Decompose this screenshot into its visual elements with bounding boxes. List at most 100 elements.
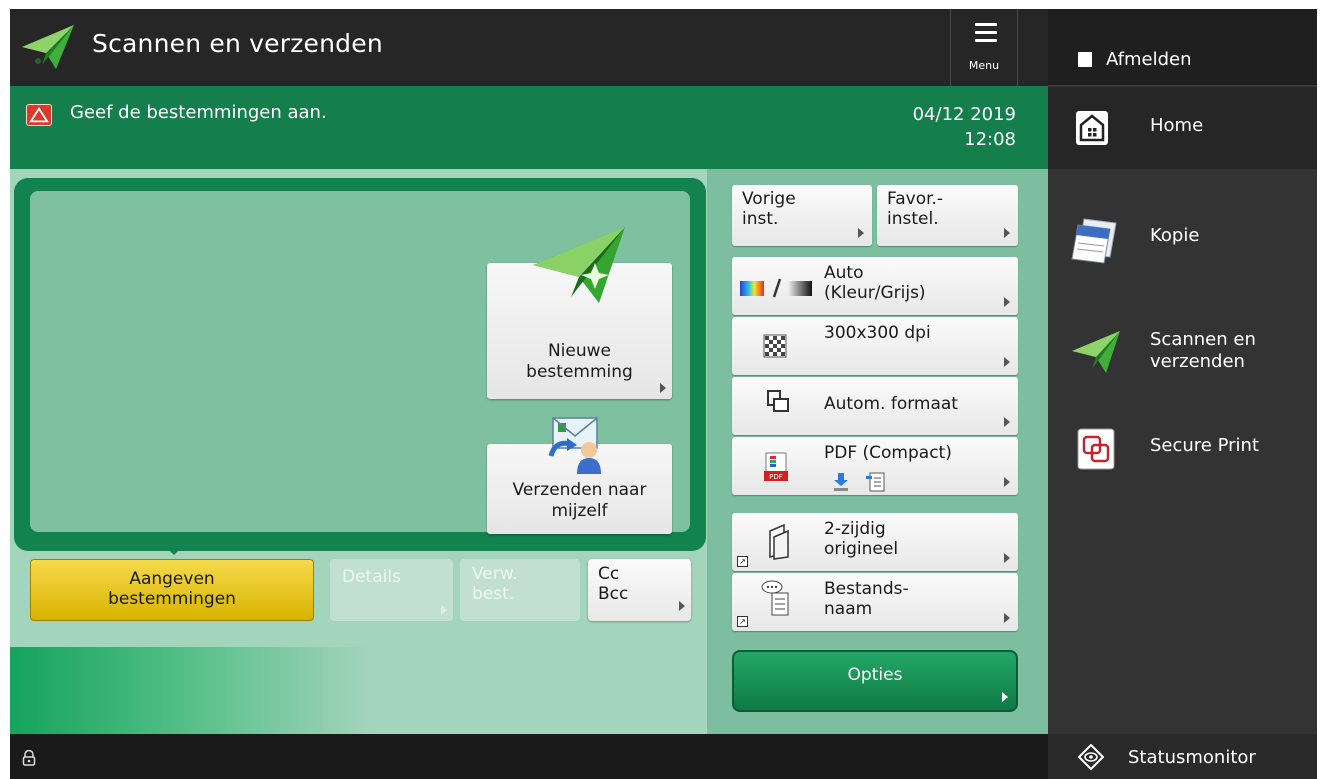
status-monitor-icon [1078,744,1104,770]
sidebar-item-secure-print[interactable]: Secure Print [1048,419,1317,489]
delete-destination-label-2: best. [472,583,515,604]
logout-icon [1078,52,1092,67]
options-label: Opties [847,665,903,685]
sidebar-item-kopie[interactable]: Kopie [1048,209,1317,279]
kopie-label: Kopie [1150,225,1200,246]
delete-destination-tab[interactable]: Verw. best. [460,559,580,621]
color-mode-label-2: (Kleur/Grijs) [824,282,926,303]
duplex-original-button[interactable]: ↗ 2-zijdig origineel [732,513,1018,571]
resolution-icon [763,334,787,358]
file-format-button[interactable]: PDF PDF (Compact) [732,437,1018,495]
duplex-label-1: 2-zijdig [824,519,886,539]
scannen-label-1: Scannen en [1150,329,1256,350]
arrow-right-icon [1004,228,1010,238]
new-destination-label-2: bestemming [526,362,633,382]
arrow-right-icon [1004,357,1010,367]
send-to-self-label-2: mijzelf [551,501,608,521]
shortcut-corner-icon: ↗ [737,556,748,567]
tab-pointer [160,541,188,555]
color-mode-button[interactable]: Auto (Kleur/Grijs) [732,257,1018,315]
delete-destination-label-1: Verw. [472,564,518,584]
specify-destinations-tab[interactable]: Aangeven bestemmingen [30,559,314,621]
paper-plane-icon [22,25,74,69]
arrow-right-icon [441,605,447,615]
color-grayscale-icon [740,278,812,298]
options-button[interactable]: Opties [732,650,1018,712]
format-options-icons [834,472,885,492]
lock-icon[interactable] [22,750,36,766]
sidebar: Afmelden Home Kopie Scannen en verzenden… [1048,9,1317,734]
pdf-file-icon: PDF [764,452,788,481]
new-destination-button[interactable]: Nieuwe bestemming [487,227,672,399]
status-message: Geef de bestemmingen aan. [70,102,327,123]
favorite-settings-button[interactable]: Favor.- instel. [877,185,1018,246]
send-to-self-button[interactable]: Verzenden naar mijzelf [487,417,672,534]
details-label: Details [342,567,401,587]
app-title: Scannen en verzenden [92,29,383,58]
bottom-bar: Statusmonitor [10,734,1317,779]
scan-size-label: Autom. formaat [824,394,958,414]
arrow-right-icon [660,383,666,393]
time-display: 12:08 [964,129,1016,150]
details-tab[interactable]: Details [330,559,453,621]
file-format-label: PDF (Compact) [824,443,952,463]
arrow-right-icon [679,601,685,611]
destination-frame: Nieuwe bestemming Verzenden naar mijzelf [14,178,706,551]
paper-plane-icon [533,227,625,303]
menu-button[interactable]: Menu [950,9,1018,86]
cc-bcc-tab[interactable]: Cc Bcc [588,559,691,621]
previous-settings-label-1: Vorige [742,189,796,209]
arrow-right-icon [1004,553,1010,563]
logout-label: Afmelden [1106,49,1192,70]
main-area: Nieuwe bestemming Verzenden naar mijzelf… [10,169,1048,734]
arrow-right-icon [858,228,864,238]
send-to-self-label-1: Verzenden naar [512,480,647,500]
message-bar: Geef de bestemmingen aan. 04/12 2019 12:… [10,86,1048,169]
arrow-right-icon [1004,477,1010,487]
arrow-right-icon [1004,297,1010,307]
decorative-gradient [10,647,370,734]
scannen-label: Scannen en verzenden [1150,329,1256,372]
arrow-right-icon [1004,417,1010,427]
favorite-settings-label-1: Favor.- [887,189,944,209]
previous-settings-button[interactable]: Vorige inst. [732,185,872,246]
copy-icon [1071,218,1117,264]
file-name-label-2: naam [824,598,873,619]
logout-button[interactable]: Afmelden [1048,9,1317,86]
paper-plane-icon [1072,331,1120,373]
arrow-right-icon [1004,613,1010,623]
favorite-settings-label-2: instel. [887,208,939,229]
scannen-label-2: verzenden [1150,350,1245,372]
warning-icon [26,104,52,126]
secure-print-label: Secure Print [1150,435,1260,456]
resolution-label: 300x300 dpi [824,323,931,343]
status-monitor-button[interactable]: Statusmonitor [1048,734,1317,779]
send-to-self-icon [548,417,601,474]
destination-list-area[interactable]: Nieuwe bestemming Verzenden naar mijzelf [30,191,690,534]
secure-print-icon [1077,428,1115,470]
home-label: Home [1150,115,1204,136]
duplex-label-2: origineel [824,538,899,559]
file-name-button[interactable]: ↗ Bestands- naam [732,573,1018,631]
menu-label: Menu [968,59,1000,72]
sidebar-item-scannen[interactable]: Scannen en verzenden [1048,321,1317,391]
home-button[interactable]: Home [1048,87,1317,169]
file-name-label-1: Bestands- [824,579,909,599]
color-mode-label-1: Auto [824,263,864,283]
specify-destinations-label-2: bestemmingen [108,588,236,609]
previous-settings-label-2: inst. [742,208,779,229]
cc-label: Cc [598,564,620,584]
destination-panel: Nieuwe bestemming Verzenden naar mijzelf… [10,169,707,734]
title-bar: Scannen en verzenden Menu [10,9,1048,86]
bcc-label: Bcc [598,583,629,604]
specify-destinations-label-1: Aangeven [129,569,215,589]
hamburger-icon [975,23,997,47]
new-destination-label-1: Nieuwe [547,341,612,361]
resolution-button[interactable]: 300x300 dpi [732,317,1018,375]
scan-size-icon [767,390,789,412]
home-icon [1076,111,1108,145]
scan-size-button[interactable]: Autom. formaat [732,377,1018,435]
date-display: 04/12 2019 [912,104,1016,125]
shortcut-corner-icon: ↗ [737,616,748,627]
svg-text:PDF: PDF [769,473,783,481]
